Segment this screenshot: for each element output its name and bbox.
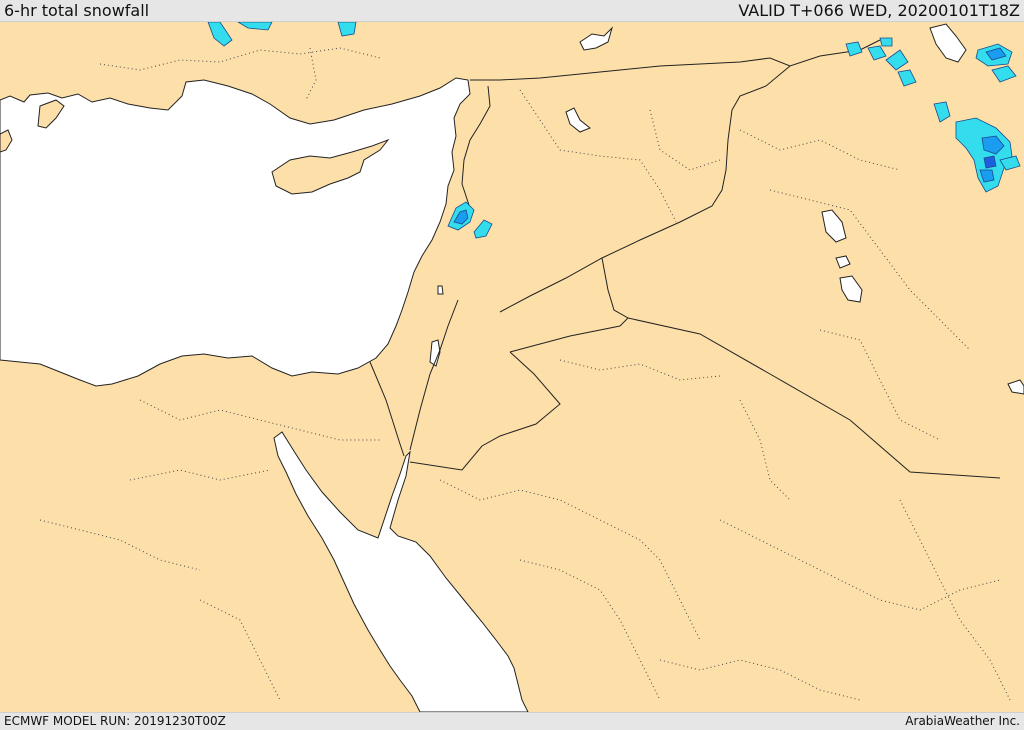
weather-map [0, 22, 1024, 712]
map-title: 6-hr total snowfall [4, 1, 150, 20]
header-bar: 6-hr total snowfall VALID T+066 WED, 202… [0, 0, 1024, 22]
credit-label: ArabiaWeather Inc. [905, 714, 1020, 728]
galilee [437, 285, 444, 295]
valid-time: VALID T+066 WED, 20200101T18Z [738, 1, 1020, 20]
footer-bar: ECMWF MODEL RUN: 20191230T00Z ArabiaWeat… [0, 712, 1024, 730]
model-run-label: ECMWF MODEL RUN: 20191230T00Z [4, 714, 226, 728]
